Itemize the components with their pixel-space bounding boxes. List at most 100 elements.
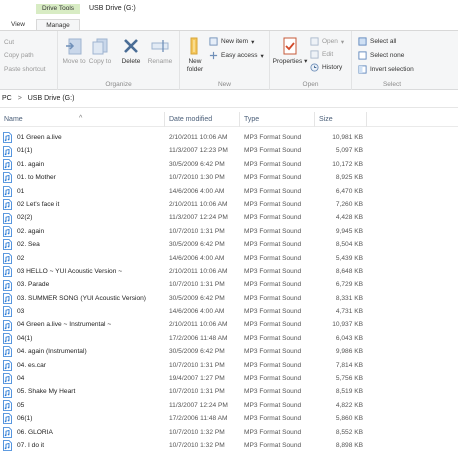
- easy-access-button[interactable]: Easy access ▾: [209, 51, 264, 60]
- cut-button[interactable]: Cut: [4, 39, 14, 46]
- file-row[interactable]: 01. again 30/5/2009 6:42 PM MP3 Format Sou…: [0, 158, 458, 171]
- audio-file-icon: [3, 319, 12, 331]
- easy-access-icon: [209, 51, 218, 60]
- file-size: 4,822 KB: [335, 401, 363, 409]
- file-date: 10/7/2010 1:31 PM: [169, 227, 225, 235]
- file-row[interactable]: 04(1) 17/2/2006 11:48 AM MP3 Format Sound 6…: [0, 332, 458, 345]
- breadcrumb-drive[interactable]: USB Drive (G:): [28, 95, 75, 102]
- file-type: MP3 Format Sound: [244, 348, 302, 356]
- file-row[interactable]: 03. SUMMER SONG (YUI Acoustic Version) 30…: [0, 292, 458, 305]
- ribbon: Cut Copy path Paste shortcut Move to Cop…: [0, 30, 458, 90]
- breadcrumb-pc[interactable]: PC: [2, 95, 12, 102]
- file-date: 30/5/2009 6:42 PM: [169, 294, 225, 302]
- file-size: 9,945 KB: [335, 227, 363, 235]
- open-dropdown-icon: ▾: [340, 38, 345, 46]
- file-name: 02. again: [17, 227, 45, 235]
- file-date: 10/7/2010 1:31 PM: [169, 281, 225, 289]
- file-name: 03. SUMMER SONG (YUI Acoustic Version): [17, 294, 146, 302]
- column-type[interactable]: Type: [240, 112, 315, 127]
- copy-to-button[interactable]: Copy to: [88, 36, 112, 66]
- select-all-label: Select all: [370, 38, 397, 45]
- file-name-cell: 01. again: [3, 158, 165, 171]
- organize-group: Move to Copy to Delete Rename Organize: [58, 31, 180, 90]
- new-folder-icon: [190, 37, 198, 55]
- file-type: MP3 Format Sound: [244, 428, 302, 436]
- file-name-cell: 02 Let's face it: [3, 198, 165, 211]
- file-row[interactable]: 06(1) 17/2/2006 11:48 AM MP3 Format Sound 5…: [0, 412, 458, 425]
- column-header: Name ^ Date modified Type Size: [0, 112, 458, 127]
- properties-button[interactable]: Properties ▾: [272, 36, 308, 66]
- file-row[interactable]: 02. Sea 30/5/2009 6:42 PM MP3 Format Sound…: [0, 238, 458, 251]
- file-name: 02: [17, 254, 25, 262]
- file-row[interactable]: 02 Let's face it 2/10/2011 10:06 AM MP3 Fo…: [0, 198, 458, 211]
- invert-selection-button[interactable]: Invert selection: [358, 65, 414, 74]
- file-name: 03: [17, 308, 25, 316]
- audio-file-icon: [3, 172, 12, 184]
- file-size: 10,981 KB: [332, 134, 363, 141]
- file-name-cell: 03. SUMMER SONG (YUI Acoustic Version): [3, 292, 165, 305]
- file-name-cell: 04: [3, 372, 165, 385]
- address-bar[interactable]: PC > USB Drive (G:): [0, 90, 458, 108]
- audio-file-icon: [3, 346, 12, 358]
- file-name-cell: 02(2): [3, 211, 165, 224]
- file-date: 10/7/2010 1:32 PM: [169, 441, 225, 449]
- select-none-button[interactable]: Select none: [358, 51, 404, 60]
- column-name[interactable]: Name ^: [0, 112, 165, 127]
- open-label: Open: [322, 38, 338, 45]
- file-row[interactable]: 02. again 10/7/2010 1:31 PM MP3 Format Sou…: [0, 225, 458, 238]
- file-row[interactable]: 01 14/6/2006 4:00 AM MP3 Format Sound 6,470…: [0, 185, 458, 198]
- file-row[interactable]: 02 14/6/2006 4:00 AM MP3 Format Sound 5,439…: [0, 252, 458, 265]
- file-row[interactable]: 04. again (Instrumental) 30/5/2009 6:42 P…: [0, 345, 458, 358]
- tab-manage[interactable]: Manage: [36, 19, 80, 30]
- file-row[interactable]: 04. es.car 10/7/2010 1:31 PM MP3 Format So…: [0, 359, 458, 372]
- new-item-button[interactable]: New item ▾: [209, 37, 254, 46]
- select-all-button[interactable]: Select all: [358, 37, 396, 46]
- edit-label: Edit: [322, 51, 334, 58]
- file-name: 02. Sea: [17, 241, 40, 249]
- audio-file-icon: [3, 159, 12, 170]
- file-date: 17/2/2006 11:48 AM: [169, 334, 228, 342]
- column-date-label: Date modified: [169, 116, 213, 123]
- file-name-cell: 06. GLORIA: [3, 426, 165, 439]
- file-row[interactable]: 01(1) 11/3/2007 12:23 PM MP3 Format Sound 5…: [0, 144, 458, 157]
- audio-file-icon: [3, 199, 12, 211]
- file-name: 06(1): [17, 415, 33, 423]
- file-size: 7,260 KB: [335, 200, 363, 208]
- file-row[interactable]: 07. I do it 10/7/2010 1:32 PM MP3 Format S…: [0, 439, 458, 452]
- copy-path-button[interactable]: Copy path: [4, 52, 34, 59]
- file-row[interactable]: 03 14/6/2006 4:00 AM MP3 Format Sound 4,731…: [0, 305, 458, 318]
- file-row[interactable]: 04 Green a.live ~ Instrumental ~ 2/10/201…: [0, 318, 458, 331]
- file-row[interactable]: 05. Shake My Heart 10/7/2010 1:31 PM MP3 F…: [0, 385, 458, 398]
- file-row[interactable]: 03. Parade 10/7/2010 1:31 PM MP3 Format So…: [0, 278, 458, 291]
- file-row[interactable]: 02(2) 11/3/2007 12:24 PM MP3 Format Sound 4…: [0, 211, 458, 224]
- file-row[interactable]: 06. GLORIA 10/7/2010 1:32 PM MP3 Format So…: [0, 426, 458, 439]
- file-name-cell: 03: [3, 305, 165, 318]
- file-type: MP3 Format Sound: [244, 254, 302, 262]
- open-button[interactable]: Open ▾: [310, 37, 344, 46]
- column-date-modified[interactable]: Date modified: [165, 112, 240, 127]
- file-row[interactable]: 01 Green a.live 2/10/2011 10:06 AM MP3 For…: [0, 131, 458, 144]
- file-type: MP3 Format Sound: [244, 281, 302, 289]
- file-row[interactable]: 03 HELLO ~ YUI Acoustic Version ~ 2/10/20…: [0, 265, 458, 278]
- file-type: MP3 Format Sound: [244, 134, 302, 141]
- column-size-label: Size: [319, 116, 333, 123]
- move-to-button[interactable]: Move to: [62, 36, 86, 66]
- edit-button[interactable]: Edit: [310, 50, 333, 59]
- drive-tools-context-tab[interactable]: Drive Tools: [36, 4, 80, 14]
- new-folder-button[interactable]: New folder: [182, 36, 208, 74]
- file-row[interactable]: 01. to Mother 10/7/2010 1:30 PM MP3 Format…: [0, 171, 458, 184]
- file-row[interactable]: 04 19/4/2007 1:27 PM MP3 Format Sound 5,756…: [0, 372, 458, 385]
- select-none-label: Select none: [370, 52, 405, 59]
- paste-shortcut-button[interactable]: Paste shortcut: [4, 66, 46, 73]
- rename-button[interactable]: Rename: [146, 36, 174, 66]
- file-row[interactable]: 05 11/3/2007 12:24 PM MP3 Format Sound 4,82…: [0, 399, 458, 412]
- column-size[interactable]: Size: [315, 112, 367, 127]
- audio-file-icon: [3, 400, 12, 411]
- tab-view[interactable]: View: [0, 19, 36, 30]
- copy-to-icon: [92, 38, 108, 55]
- file-size: 8,898 KB: [335, 441, 363, 449]
- delete-button[interactable]: Delete: [119, 36, 143, 66]
- sort-ascending-icon: ^: [79, 115, 83, 122]
- file-date: 2/10/2011 10:06 AM: [169, 134, 228, 141]
- history-button[interactable]: History: [310, 63, 342, 72]
